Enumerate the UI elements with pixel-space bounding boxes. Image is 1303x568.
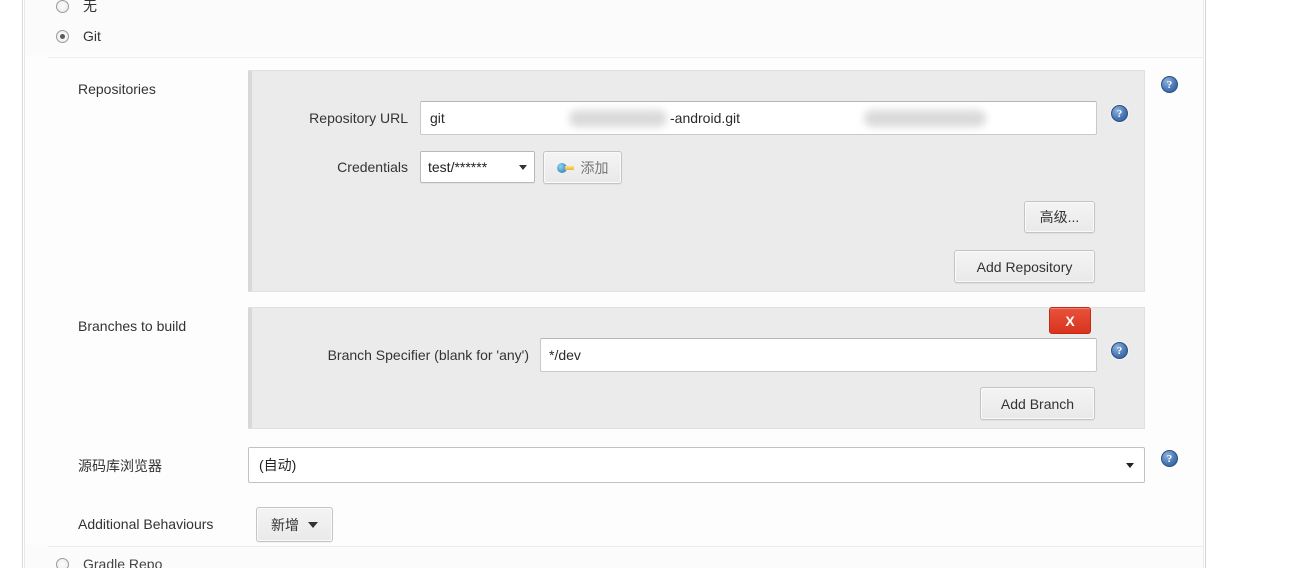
branch-specifier-help-icon[interactable]: ? [1111, 342, 1128, 359]
scm-option-git-label: Git [83, 28, 101, 44]
add-repository-button[interactable]: Add Repository [954, 250, 1095, 283]
delete-branch-button[interactable]: X [1049, 307, 1091, 334]
scm-option-none[interactable]: 无 [56, 0, 97, 16]
add-branch-button[interactable]: Add Branch [980, 387, 1095, 420]
scm-option-none-label: 无 [83, 0, 97, 14]
repository-url-prefix: git [430, 110, 445, 126]
add-branch-button-label: Add Branch [1000, 395, 1075, 412]
key-icon [556, 162, 574, 174]
additional-behaviours-label: Additional Behaviours [78, 516, 214, 532]
section-divider-bottom [48, 546, 1203, 547]
frame-left-border [22, 0, 23, 568]
branch-specifier-input[interactable]: */dev [540, 338, 1097, 372]
add-credentials-button-label: 添加 [580, 159, 609, 176]
radio-gradle-repo-icon[interactable] [56, 557, 69, 568]
scm-option-gradle-repo-label: Gradle Repo [83, 556, 163, 568]
jenkins-scm-config-page: 无 Git Repositories ? Repository URL git … [0, 0, 1303, 568]
repositories-panel-accent-bar [248, 71, 252, 291]
repositories-section-label: Repositories [78, 81, 156, 97]
credentials-label: Credentials [337, 159, 408, 175]
add-repository-button-label: Add Repository [976, 258, 1073, 275]
repository-browser-selected-value: (自动) [259, 457, 297, 473]
frame-right-border [1205, 0, 1206, 568]
frame-left-border-inner [24, 0, 25, 568]
repository-url-suffix: -android.git [670, 110, 741, 126]
chevron-down-icon [519, 164, 527, 170]
repository-browser-label: 源码库浏览器 [78, 458, 162, 474]
add-credentials-button[interactable]: 添加 [543, 151, 622, 184]
repository-browser-help-icon[interactable]: ? [1161, 450, 1178, 467]
additional-behaviours-add-button[interactable]: 新增 [256, 507, 333, 542]
branch-specifier-label: Branch Specifier (blank for 'any') [327, 347, 529, 363]
branches-panel-accent-bar [248, 308, 252, 428]
frame-right-border-inner [1203, 0, 1204, 568]
repository-url-help-icon[interactable]: ? [1111, 105, 1128, 122]
branches-section-label: Branches to build [78, 318, 187, 334]
chevron-down-icon [308, 521, 318, 528]
scm-option-git[interactable]: Git [56, 28, 101, 44]
chevron-down-icon [1126, 462, 1134, 468]
credentials-selected-value: test/****** [428, 159, 488, 175]
repositories-help-icon[interactable]: ? [1161, 76, 1178, 93]
repository-browser-select[interactable]: (自动) [248, 447, 1145, 483]
radio-none-icon[interactable] [56, 0, 69, 13]
section-divider-top [48, 57, 1203, 58]
advanced-button[interactable]: 高级... [1024, 201, 1095, 233]
radio-git-icon[interactable] [56, 29, 69, 43]
scm-option-gradle-repo[interactable]: Gradle Repo [56, 556, 162, 568]
advanced-button-label: 高级... [1039, 209, 1080, 225]
repository-url-redaction-1 [864, 110, 986, 127]
repository-url-redaction-2 [569, 110, 667, 127]
credentials-select[interactable]: test/****** [420, 151, 535, 183]
repository-url-input[interactable]: git -android.git [420, 101, 1097, 135]
repository-url-label: Repository URL [309, 110, 408, 126]
additional-behaviours-add-button-label: 新增 [271, 516, 299, 533]
